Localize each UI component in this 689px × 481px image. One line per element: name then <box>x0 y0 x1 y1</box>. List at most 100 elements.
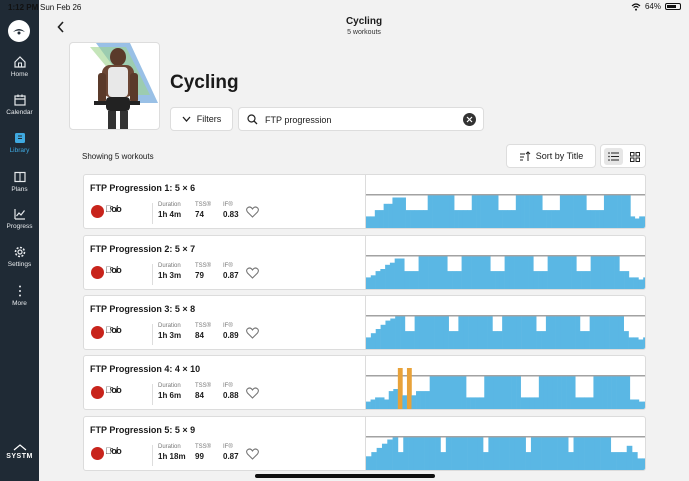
profile-bar <box>633 337 639 349</box>
favorite-button[interactable] <box>246 386 259 404</box>
profile-bar <box>438 376 444 409</box>
profile-bar <box>637 458 643 470</box>
duration-value: 1h 18m <box>158 452 186 461</box>
profile-bar <box>577 195 583 228</box>
sidebar-item-plans[interactable]: Plans <box>0 170 39 202</box>
workout-card[interactable]: FTP Progression 3: 5 × 8 ∴ͦo̸o Duration 1h … <box>83 295 646 350</box>
profile-bar <box>552 376 558 409</box>
profile-bar <box>616 376 622 409</box>
profile-bar <box>547 376 553 409</box>
workout-card[interactable]: FTP Progression 5: 5 × 9 ∴ͦo̸o Duration 1h … <box>83 416 646 471</box>
duration-value: 1h 3m <box>158 331 182 340</box>
profile-bar <box>434 316 440 349</box>
if-label: IF® <box>223 263 233 269</box>
profile-bar <box>590 210 596 228</box>
if-metric: IF® 0.89 <box>223 323 239 340</box>
duration-metric: Duration 1h 3m <box>158 323 181 340</box>
profile-bar <box>617 195 622 228</box>
profile-bar <box>385 320 391 349</box>
profile-bar <box>533 195 539 228</box>
profile-bar <box>428 256 434 289</box>
profile-bar <box>404 271 410 289</box>
duration-metric: Duration 1h 6m <box>158 383 181 400</box>
profile-bar <box>370 275 376 289</box>
sidebar-item-library[interactable]: Library <box>0 131 39 163</box>
search-input[interactable]: FTP progression <box>238 107 484 131</box>
profile-bar <box>490 271 496 289</box>
profile-bar <box>380 324 386 349</box>
profile-bar <box>403 437 409 470</box>
profile-bar <box>471 195 477 228</box>
profile-bar <box>443 376 449 409</box>
sidebar-item-settings[interactable]: Settings <box>0 245 39 277</box>
profile-bar <box>590 256 596 289</box>
profile-bar <box>475 256 482 289</box>
profile-bar <box>447 376 453 409</box>
sidebar-item-progress[interactable]: Progress <box>0 207 39 239</box>
clear-search-button[interactable] <box>463 113 476 126</box>
profile-bar <box>550 316 556 349</box>
filters-button[interactable]: Filters <box>170 107 233 131</box>
app-logo[interactable] <box>8 20 30 42</box>
sidebar-item-home[interactable]: Home <box>0 55 39 87</box>
favorite-button[interactable] <box>246 447 259 465</box>
sidebar-item-more[interactable]: More <box>0 284 39 316</box>
profile-bar <box>621 452 628 470</box>
page-title: Cycling <box>170 72 239 93</box>
profile-bar <box>442 256 448 289</box>
sidebar-item-label: Progress <box>6 223 33 230</box>
profile-bar <box>542 271 548 289</box>
profile-bar <box>419 316 425 349</box>
profile-bar <box>643 337 645 349</box>
profile-bar <box>626 445 633 470</box>
profile-bar <box>458 316 464 349</box>
profile-bar <box>388 391 394 409</box>
sort-button[interactable]: Sort by Title <box>506 144 596 168</box>
profile-bar <box>619 271 625 289</box>
tss-label: TSS® <box>195 323 212 329</box>
profile-bar <box>614 256 620 289</box>
battery-level: 64% <box>644 2 661 11</box>
sidebar-item-calendar[interactable]: Calendar <box>0 93 39 125</box>
workout-title: FTP Progression 4: 4 × 10 <box>90 364 201 374</box>
favorite-button[interactable] <box>246 205 259 223</box>
profile-bar <box>536 331 542 349</box>
profile-bar <box>497 376 503 409</box>
profile-bar <box>538 271 544 289</box>
profile-bar <box>547 256 553 289</box>
duration-value: 1h 4m <box>158 210 182 219</box>
profile-bar <box>600 256 606 289</box>
profile-bar <box>463 316 469 349</box>
duration-value: 1h 3m <box>158 271 182 280</box>
profile-bar <box>451 437 457 470</box>
profile-bar <box>633 277 639 289</box>
profile-bar <box>416 391 421 409</box>
sidebar-item-label: Library <box>9 147 30 154</box>
profile-bar <box>409 331 415 349</box>
profile-bar <box>628 337 634 349</box>
profile-bar <box>634 399 640 409</box>
profile-bar <box>555 210 561 228</box>
favorite-button[interactable] <box>246 326 259 344</box>
profile-bar <box>516 316 522 349</box>
profile-bar <box>392 437 399 470</box>
favorite-button[interactable] <box>246 266 259 284</box>
workout-card[interactable]: FTP Progression 4: 4 × 10 ∴ͦo̸o Duration 1h… <box>83 355 646 410</box>
profile-bar <box>397 368 403 409</box>
library-icon <box>14 133 25 143</box>
profile-bar <box>425 391 430 409</box>
profile-bar <box>375 397 380 409</box>
grid-view-button[interactable] <box>625 148 644 165</box>
list-view-button[interactable] <box>604 148 623 165</box>
profile-bar <box>402 395 408 409</box>
profile-bar <box>545 316 552 349</box>
profile-bar <box>374 210 380 228</box>
tss-value: 84 <box>195 331 204 340</box>
profile-bar <box>541 437 548 470</box>
profile-bar <box>557 376 562 409</box>
profile-bar <box>507 376 512 409</box>
profile-bar <box>589 437 596 470</box>
workout-card[interactable]: FTP Progression 1: 5 × 6 ∴ͦo̸o Duration 1h … <box>83 174 646 229</box>
workout-card[interactable]: FTP Progression 2: 5 × 7 ∴ͦo̸o Duration 1h … <box>83 235 646 290</box>
profile-bar <box>401 197 406 228</box>
